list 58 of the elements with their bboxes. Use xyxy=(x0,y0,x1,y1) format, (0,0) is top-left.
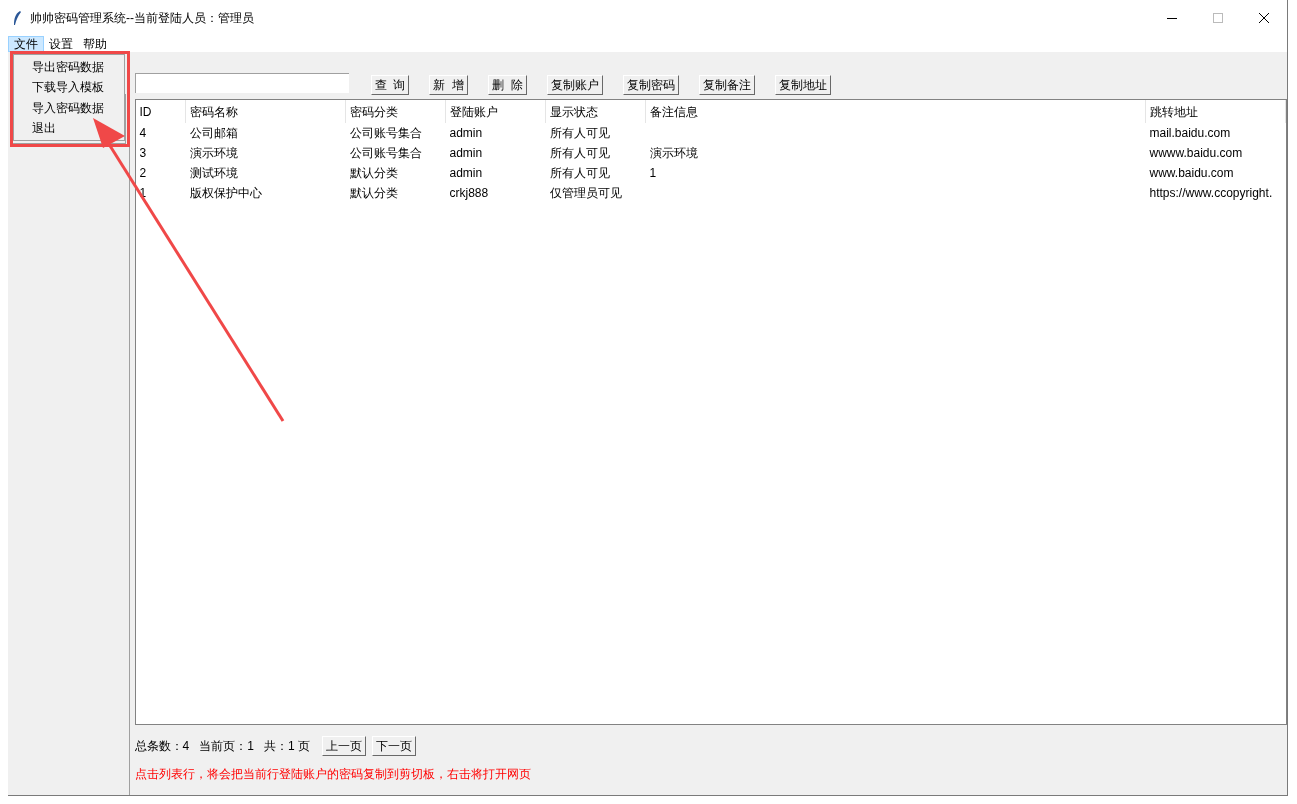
menu-entry[interactable]: 导出密码数据 xyxy=(14,57,124,78)
maximize-icon xyxy=(1213,13,1223,23)
table-cell: www.baidu.com xyxy=(1149,166,1234,180)
page-button[interactable]: 上一页 xyxy=(321,736,366,756)
menu-item[interactable]: 设置 xyxy=(44,36,78,52)
column-header[interactable]: ID xyxy=(135,100,186,123)
table-cell: 演示环境 xyxy=(649,146,698,160)
window-title: 帅帅密码管理系统--当前登陆人员：管理员 xyxy=(30,10,254,27)
table-cell: 默认分类 xyxy=(349,186,398,200)
feather-icon xyxy=(12,10,22,26)
table-cell: crkj888 xyxy=(449,186,489,200)
toolbar-button[interactable]: 复制备注 xyxy=(698,75,755,95)
table-cell: https://www.ccopyright. xyxy=(1149,186,1273,200)
table-cell: 3 xyxy=(139,146,147,160)
table-cell: 演示环境 xyxy=(189,146,238,160)
pagination-text: 共：1 页 xyxy=(263,738,310,755)
table-cell: 2 xyxy=(139,166,147,180)
minimize-icon xyxy=(1167,17,1177,19)
table-cell: 公司账号集合 xyxy=(349,126,422,140)
table-cell: 4 xyxy=(139,126,147,140)
table-cell: 测试环境 xyxy=(189,166,238,180)
column-header[interactable]: 登陆账户 xyxy=(445,100,546,123)
close-icon xyxy=(1259,13,1269,23)
pagination-text: 当前页：1 xyxy=(199,738,254,755)
table-cell: 1 xyxy=(649,166,657,180)
toolbar-button[interactable]: 复制账户 xyxy=(546,75,603,95)
menu-entry[interactable]: 导入密码数据 xyxy=(14,97,124,118)
table-cell: 公司邮箱 xyxy=(189,126,238,140)
table-cell: admin xyxy=(449,146,483,160)
table-cell: admin xyxy=(449,166,483,180)
table-cell: 仅管理员可见 xyxy=(549,186,622,200)
table-cell: 公司账号集合 xyxy=(349,146,422,160)
table-cell: admin xyxy=(449,126,483,140)
toolbar-button[interactable]: 复制地址 xyxy=(774,75,831,95)
pagination-text: 总条数：4 xyxy=(134,738,190,755)
menu-item[interactable]: 文件 xyxy=(8,36,44,52)
toolbar-button[interactable]: 查 询 xyxy=(370,75,410,95)
menu-item[interactable]: 帮助 xyxy=(78,36,112,52)
toolbar-button[interactable]: 新 增 xyxy=(429,75,468,95)
table-cell: 默认分类 xyxy=(349,166,398,180)
table-cell: 所有人可见 xyxy=(549,166,610,180)
table-cell: mail.baidu.com xyxy=(1149,126,1231,140)
toolbar-button[interactable]: 复制密码 xyxy=(622,75,679,95)
table-cell: 所有人可见 xyxy=(549,146,610,160)
menu-entry[interactable]: 下载导入模板 xyxy=(14,77,124,98)
column-header[interactable]: 显示状态 xyxy=(545,100,646,123)
column-header[interactable]: 备注信息 xyxy=(645,100,1146,123)
search-field[interactable] xyxy=(134,73,349,93)
table-cell: 所有人可见 xyxy=(549,126,610,140)
table-cell: wwww.baidu.com xyxy=(1149,146,1243,160)
page-button[interactable]: 下一页 xyxy=(371,736,416,756)
table-cell: 版权保护中心 xyxy=(189,186,262,200)
menu-entry[interactable]: 退出 xyxy=(14,117,124,138)
column-header[interactable]: 密码名称 xyxy=(185,100,346,123)
toolbar-button[interactable]: 删 除 xyxy=(487,75,527,95)
column-header[interactable]: 跳转地址 xyxy=(1145,100,1286,123)
column-header[interactable]: 密码分类 xyxy=(345,100,446,123)
hint-text: 点击列表行，将会把当前行登陆账户的密码复制到剪切板，右击将打开网页 xyxy=(134,766,532,783)
